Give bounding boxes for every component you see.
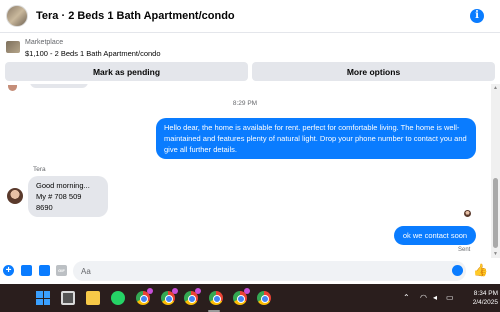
gif-icon[interactable]: GIF: [56, 265, 67, 276]
conversation-title[interactable]: Tera · 2 Beds 1 Bath Apartment/condo: [36, 10, 235, 22]
chevron-up-icon[interactable]: ⌃: [403, 293, 410, 302]
battery-icon[interactable]: ▭: [446, 293, 454, 302]
plus-icon[interactable]: +: [3, 265, 14, 276]
seen-receipt-avatar: [464, 210, 471, 217]
task-view-icon[interactable]: [61, 291, 75, 305]
chrome-icon[interactable]: [184, 288, 201, 305]
chat-scrollbar[interactable]: ▲ ▼: [491, 84, 500, 258]
more-options-button[interactable]: More options: [252, 62, 495, 81]
outgoing-message[interactable]: Hello dear, the home is available for re…: [156, 118, 476, 159]
system-clock[interactable]: 8:34 PM 2/4/2025: [462, 289, 498, 307]
outgoing-message[interactable]: ok we contact soon: [394, 226, 476, 245]
message-list[interactable]: 8:29 PM Hello dear, the home is availabl…: [0, 84, 490, 258]
whatsapp-icon[interactable]: [111, 291, 125, 305]
windows-taskbar: ⌃ ◠ ◂ ▭ 8:34 PM 2/4/2025: [0, 284, 500, 312]
chrome-icon[interactable]: [257, 291, 271, 305]
incoming-message-line: My # 708 509 8690: [36, 192, 82, 212]
previous-message-bubble: [30, 84, 88, 88]
sticker-icon[interactable]: [39, 265, 50, 276]
clock-date: 2/4/2025: [472, 299, 498, 306]
message-composer: + GIF 👍: [0, 258, 500, 284]
marketplace-label: Marketplace: [25, 39, 64, 46]
chrome-icon[interactable]: [209, 291, 223, 305]
listing-title[interactable]: $1,100 - 2 Beds 1 Bath Apartment/condo: [25, 49, 161, 58]
incoming-message[interactable]: Good morning... My # 708 509 8690: [28, 176, 108, 217]
info-icon[interactable]: i: [470, 9, 484, 23]
wifi-icon[interactable]: ◠: [420, 293, 427, 302]
incoming-message-line: Good morning...: [36, 181, 90, 190]
emoji-icon[interactable]: [452, 265, 463, 276]
thumbs-up-icon[interactable]: 👍: [473, 263, 488, 277]
previous-sender-avatar: [8, 85, 17, 91]
chrome-icon[interactable]: [233, 288, 250, 305]
listing-thumbnail[interactable]: [6, 41, 20, 53]
speaker-icon[interactable]: ◂: [433, 293, 437, 302]
windows-start-icon[interactable]: [36, 291, 50, 305]
clock-time: 8:34 PM: [473, 290, 498, 297]
photo-icon[interactable]: [21, 265, 32, 276]
message-status: Sent: [458, 247, 471, 253]
chrome-icon[interactable]: [136, 288, 153, 305]
mark-as-pending-button[interactable]: Mark as pending: [5, 62, 248, 81]
scroll-up-arrow-icon[interactable]: ▲: [492, 85, 499, 91]
scrollbar-thumb[interactable]: [493, 178, 498, 248]
file-explorer-icon[interactable]: [86, 291, 100, 305]
chrome-icon[interactable]: [161, 288, 178, 305]
scroll-down-arrow-icon[interactable]: ▼: [492, 251, 499, 257]
message-timestamp: 8:29 PM: [232, 100, 258, 107]
message-input[interactable]: [73, 261, 466, 281]
contact-avatar[interactable]: [6, 5, 28, 27]
sender-name: Tera: [33, 166, 46, 173]
sender-avatar[interactable]: [7, 188, 23, 204]
conversation-header: Tera · 2 Beds 1 Bath Apartment/condo i: [0, 0, 500, 33]
